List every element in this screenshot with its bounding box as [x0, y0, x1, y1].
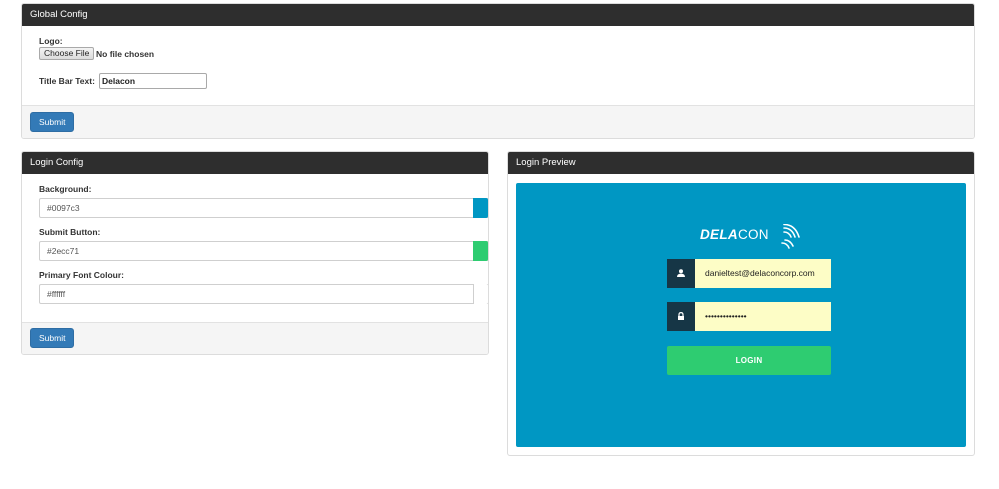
- submit-button-color-swatch[interactable]: [473, 241, 488, 261]
- logo-bold-text: DELA: [700, 227, 738, 242]
- login-preview-panel: Login Preview DELACON danieltest@delacon…: [507, 151, 975, 456]
- logo-light-text: CON: [737, 227, 769, 242]
- submit-button-color-value: #2ecc71: [47, 246, 80, 256]
- global-config-title: Global Config: [22, 4, 974, 26]
- global-config-panel: Global Config Logo: Choose File No file …: [21, 3, 975, 139]
- global-config-footer: Submit: [22, 105, 974, 138]
- primary-font-colour-swatch[interactable]: [473, 284, 488, 304]
- password-input[interactable]: ••••••••••••••: [695, 302, 831, 331]
- login-config-submit-button[interactable]: Submit: [30, 328, 75, 348]
- login-config-panel: Login Config Background: #0097c3 Submit …: [21, 151, 489, 355]
- background-label: Background:: [39, 184, 92, 194]
- preview-background: DELACON danieltest@delaconcorp.com •••••…: [516, 183, 966, 447]
- password-row[interactable]: ••••••••••••••: [667, 302, 831, 331]
- login-config-footer: Submit: [22, 322, 488, 354]
- delacon-logo: DELACON: [700, 224, 800, 249]
- login-preview-title: Login Preview: [508, 152, 974, 174]
- choose-file-button[interactable]: Choose File: [39, 47, 95, 60]
- submit-button-color-input[interactable]: #2ecc71: [39, 241, 488, 261]
- title-bar-input[interactable]: Delacon: [99, 73, 207, 89]
- submit-button-label: Submit Button:: [39, 227, 101, 237]
- background-color-swatch[interactable]: [473, 198, 488, 218]
- background-color-value: #0097c3: [47, 203, 80, 213]
- signal-waves-icon: [781, 224, 800, 249]
- email-row[interactable]: danieltest@delaconcorp.com: [667, 259, 831, 288]
- global-submit-button[interactable]: Submit: [30, 112, 75, 132]
- user-icon: [667, 259, 695, 288]
- email-input[interactable]: danieltest@delaconcorp.com: [695, 259, 831, 288]
- title-bar-label: Title Bar Text:: [39, 76, 95, 86]
- background-color-input[interactable]: #0097c3: [39, 198, 488, 218]
- lock-icon: [667, 302, 695, 331]
- login-config-title: Login Config: [22, 152, 488, 174]
- primary-font-colour-value: #ffffff: [47, 289, 66, 299]
- primary-font-colour-input[interactable]: #ffffff: [39, 284, 488, 304]
- logo-label: Logo:: [39, 36, 63, 46]
- primary-font-colour-label: Primary Font Colour:: [39, 270, 125, 280]
- file-status-text: No file chosen: [96, 49, 155, 59]
- login-button[interactable]: LOGIN: [667, 346, 831, 375]
